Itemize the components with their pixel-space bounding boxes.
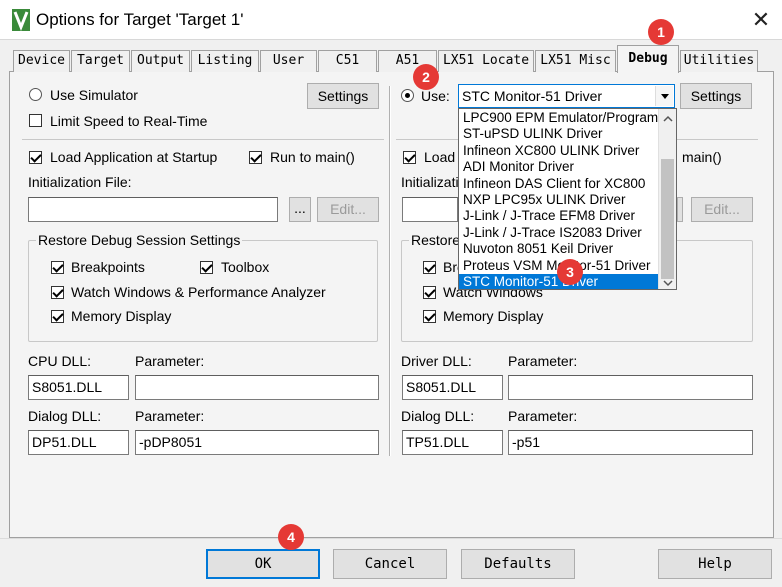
tab-lx51-misc[interactable]: LX51 Misc bbox=[535, 50, 616, 72]
memory-display-label: Memory Display bbox=[71, 308, 172, 324]
tab-user[interactable]: User bbox=[260, 50, 317, 72]
dropdown-option[interactable]: J-Link / J-Trace EFM8 Driver bbox=[459, 208, 661, 224]
driver-parameter-label: Parameter: bbox=[508, 353, 578, 369]
dropdown-option[interactable]: NXP LPC95x ULINK Driver bbox=[459, 192, 661, 208]
dropdown-option[interactable]: Nuvoton 8051 Keil Driver bbox=[459, 241, 661, 257]
watch-windows-label: Watch Windows & Performance Analyzer bbox=[71, 284, 326, 300]
tab-target[interactable]: Target bbox=[71, 50, 130, 72]
ok-button[interactable]: OK bbox=[206, 549, 320, 579]
right-dialog-parameter-label: Parameter: bbox=[508, 408, 578, 424]
help-button[interactable]: Help bbox=[658, 549, 772, 579]
dropdown-option[interactable]: J-Link / J-Trace IS2083 Driver bbox=[459, 225, 661, 241]
init-file-input[interactable] bbox=[28, 197, 278, 222]
use-simulator-label: Use Simulator bbox=[50, 87, 138, 103]
browse-button[interactable]: ... bbox=[289, 197, 311, 222]
tab-output[interactable]: Output bbox=[131, 50, 190, 72]
right-browse-button[interactable] bbox=[677, 197, 683, 222]
cpu-parameter-input[interactable] bbox=[135, 375, 379, 400]
use-simulator-radio[interactable] bbox=[29, 88, 42, 101]
chevron-down-icon[interactable] bbox=[655, 86, 673, 106]
use-driver-radio[interactable] bbox=[401, 89, 414, 102]
dropdown-scrollbar[interactable] bbox=[658, 109, 676, 289]
restore-settings-title: Restore Debug Session Settings bbox=[36, 232, 243, 248]
keil-uvision-icon bbox=[12, 9, 30, 31]
right-memory-display-label: Memory Display bbox=[443, 308, 544, 324]
toolbox-checkbox[interactable] bbox=[200, 261, 213, 274]
scroll-down-icon[interactable] bbox=[662, 275, 674, 287]
dropdown-option[interactable]: Infineon XC800 ULINK Driver bbox=[459, 143, 661, 159]
dropdown-option[interactable]: LPC900 EPM Emulator/Programmer bbox=[459, 110, 661, 126]
dropdown-option[interactable]: Infineon DAS Client for XC800 bbox=[459, 176, 661, 192]
run-to-main-label: Run to main() bbox=[270, 149, 355, 165]
toolbox-label: Toolbox bbox=[221, 259, 270, 275]
driver-dll-input[interactable]: S8051.DLL bbox=[402, 375, 503, 400]
tab-device[interactable]: Device bbox=[13, 50, 70, 72]
cpu-dll-label: CPU DLL: bbox=[28, 353, 92, 369]
limit-speed-checkbox[interactable] bbox=[29, 114, 42, 127]
defaults-button[interactable]: Defaults bbox=[461, 549, 575, 579]
cpu-dll-input[interactable]: S8051.DLL bbox=[28, 375, 129, 400]
edit-init-file-button: Edit... bbox=[317, 197, 379, 222]
panel-divider bbox=[389, 86, 391, 456]
scrollbar-thumb[interactable] bbox=[661, 159, 674, 279]
dropdown-option[interactable]: ADI Monitor Driver bbox=[459, 159, 661, 175]
load-app-checkbox[interactable] bbox=[29, 151, 42, 164]
right-load-app-label: Load bbox=[424, 149, 456, 165]
right-watch-windows-checkbox[interactable] bbox=[423, 286, 436, 299]
step-badge: 1 bbox=[648, 19, 674, 45]
close-icon[interactable]: ✕ bbox=[749, 8, 773, 32]
breakpoints-checkbox[interactable] bbox=[51, 261, 64, 274]
tab-lx51-locate[interactable]: LX51 Locate bbox=[438, 50, 534, 72]
step-badge: 3 bbox=[557, 259, 583, 285]
run-to-main-checkbox[interactable] bbox=[249, 151, 262, 164]
driver-select[interactable]: STC Monitor-51 Driver bbox=[458, 84, 675, 108]
right-dialog-dll-label: Dialog DLL: bbox=[401, 408, 475, 424]
dialog-parameter-label: Parameter: bbox=[135, 408, 205, 424]
cpu-parameter-label: Parameter: bbox=[135, 353, 205, 369]
right-edit-init-file-button: Edit... bbox=[691, 197, 753, 222]
driver-dll-label: Driver DLL: bbox=[401, 353, 472, 369]
right-init-file-label: Initializatio bbox=[401, 174, 458, 190]
limit-speed-label: Limit Speed to Real-Time bbox=[50, 113, 208, 129]
right-dialog-parameter-input[interactable]: -p51 bbox=[508, 430, 753, 455]
driver-settings-button[interactable]: Settings bbox=[680, 83, 752, 109]
dialog-dll-label: Dialog DLL: bbox=[28, 408, 102, 424]
init-file-label: Initialization File: bbox=[28, 174, 132, 190]
tab-debug[interactable]: Debug bbox=[617, 45, 679, 73]
window-title: Options for Target 'Target 1' bbox=[36, 10, 244, 29]
dropdown-option[interactable]: ST-uPSD ULINK Driver bbox=[459, 126, 661, 142]
bottom-divider bbox=[0, 538, 782, 539]
step-badge: 2 bbox=[413, 64, 439, 90]
use-driver-label: Use: bbox=[421, 88, 450, 104]
divider bbox=[22, 139, 384, 140]
step-badge: 4 bbox=[278, 524, 304, 550]
dialog-dll-input[interactable]: DP51.DLL bbox=[28, 430, 129, 455]
watch-windows-checkbox[interactable] bbox=[51, 286, 64, 299]
driver-parameter-input[interactable] bbox=[508, 375, 753, 400]
simulator-settings-button[interactable]: Settings bbox=[307, 83, 379, 109]
right-init-file-input[interactable] bbox=[402, 197, 458, 222]
tab-utilities[interactable]: Utilities bbox=[680, 50, 758, 72]
tab-listing[interactable]: Listing bbox=[191, 50, 259, 72]
breakpoints-label: Breakpoints bbox=[71, 259, 145, 275]
right-memory-display-checkbox[interactable] bbox=[423, 310, 436, 323]
load-app-label: Load Application at Startup bbox=[50, 149, 218, 165]
scroll-up-icon[interactable] bbox=[662, 111, 674, 122]
driver-select-value: STC Monitor-51 Driver bbox=[462, 88, 603, 104]
right-load-app-checkbox[interactable] bbox=[403, 151, 416, 164]
right-breakpoints-checkbox[interactable] bbox=[423, 261, 436, 274]
right-run-to-main-label: main() bbox=[682, 149, 722, 165]
tab-c51[interactable]: C51 bbox=[318, 50, 377, 72]
cancel-button[interactable]: Cancel bbox=[333, 549, 447, 579]
memory-display-checkbox[interactable] bbox=[51, 310, 64, 323]
right-restore-settings-title: Restore bbox=[409, 232, 463, 248]
dialog-parameter-input[interactable]: -pDP8051 bbox=[135, 430, 379, 455]
right-dialog-dll-input[interactable]: TP51.DLL bbox=[402, 430, 503, 455]
